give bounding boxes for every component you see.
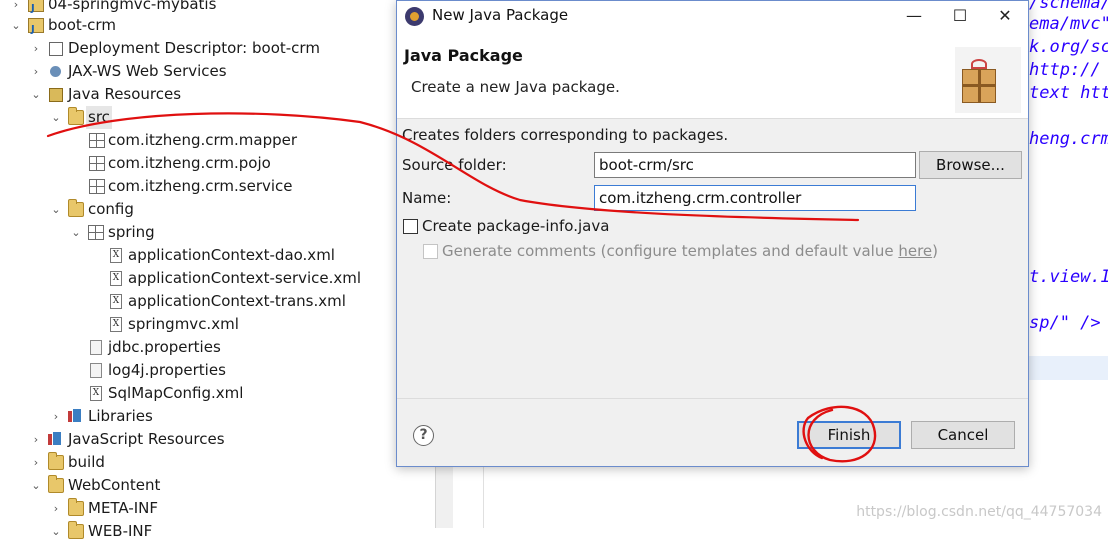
tree-item-label: Deployment Descriptor: boot-crm [68, 39, 320, 57]
tree-item-label: JAX-WS Web Services [68, 62, 227, 80]
generate-comments-checkbox[interactable] [423, 244, 438, 259]
chevron-right-icon[interactable]: › [50, 405, 62, 428]
tree-item-label: springmvc.xml [128, 315, 239, 333]
chevron-down-icon[interactable]: ⌄ [10, 14, 22, 37]
source-folder-label: Source folder: [402, 156, 507, 174]
help-icon[interactable]: ? [413, 425, 434, 446]
dialog-titlebar[interactable]: New Java Package — ☐ ✕ [397, 1, 1028, 33]
package-name-field[interactable] [594, 185, 916, 211]
generate-comments-label: Generate comments (configure templates a… [442, 242, 938, 260]
xml-file-icon: X [110, 317, 122, 332]
source-folder-icon [68, 199, 84, 217]
xml-file-icon: X [110, 294, 122, 309]
libraries-icon [68, 409, 82, 424]
tree-item-label: WEB-INF [88, 522, 153, 540]
wizard-banner: Java Package Create a new Java package. [397, 33, 1028, 119]
folder-icon [68, 521, 84, 539]
browse-button[interactable]: Browse... [919, 151, 1022, 179]
chevron-right-icon[interactable]: › [30, 37, 42, 60]
generate-comments-text: Generate comments (configure templates a… [442, 242, 899, 260]
tree-item-label: applicationContext-trans.xml [128, 292, 346, 310]
chevron-down-icon[interactable]: ⌄ [50, 106, 62, 129]
finish-button[interactable]: Finish [797, 421, 901, 449]
xml-file-icon: X [110, 271, 122, 286]
name-label: Name: [402, 189, 452, 207]
tree-item-label: com.itzheng.crm.pojo [108, 154, 271, 172]
minimize-button[interactable]: — [891, 1, 937, 33]
maximize-button[interactable]: ☐ [937, 1, 983, 33]
tree-item-label: applicationContext-service.xml [128, 269, 362, 287]
package-icon [88, 225, 104, 240]
properties-file-icon [90, 363, 102, 378]
button-bar-separator [397, 398, 1028, 399]
package-wizard-icon [955, 47, 1021, 113]
chevron-right-icon[interactable]: › [30, 60, 42, 83]
project-icon [28, 0, 44, 20]
web-services-icon [48, 64, 64, 79]
folder-icon [48, 475, 64, 493]
chevron-right-icon[interactable]: › [50, 497, 62, 520]
close-button[interactable]: ✕ [982, 1, 1028, 33]
javascript-resources-icon [48, 432, 62, 447]
package-icon [89, 133, 105, 148]
tree-item-label: log4j.properties [108, 361, 226, 379]
tree-item-label: WebContent [68, 476, 161, 494]
tree-item-label: config [88, 200, 134, 218]
tree-item-label: jdbc.properties [108, 338, 221, 356]
chevron-down-icon[interactable]: ⌄ [30, 474, 42, 497]
intro-text: Creates folders corresponding to package… [402, 126, 729, 144]
chevron-down-icon[interactable]: ⌄ [70, 221, 82, 244]
code-line: http:// [1029, 60, 1101, 80]
tree-item-label: src [86, 106, 112, 129]
code-line: k.org/sc [1029, 37, 1108, 57]
properties-file-icon [90, 340, 102, 355]
code-line: sp/" /> [1029, 313, 1101, 333]
tree-item-label: Libraries [88, 407, 153, 425]
dialog-title: New Java Package [432, 6, 569, 24]
tree-item-label: Java Resources [68, 85, 182, 103]
configure-templates-link[interactable]: here [898, 242, 932, 260]
create-package-info-label[interactable]: Create package-info.java [422, 217, 609, 235]
cancel-button[interactable]: Cancel [911, 421, 1015, 449]
folder-icon [48, 452, 64, 470]
code-line: heng.crm [1029, 129, 1108, 149]
code-line: /schema/ [1029, 0, 1108, 13]
java-resources-icon [48, 87, 64, 102]
source-folder-icon [68, 107, 84, 125]
wizard-description: Create a new Java package. [411, 78, 620, 96]
code-line: ema/mvc" [1029, 14, 1108, 34]
tree-item-label: spring [108, 223, 155, 241]
project-icon [28, 18, 44, 41]
folder-icon [68, 498, 84, 516]
create-package-info-checkbox[interactable] [403, 219, 418, 234]
tree-item-label: META-INF [88, 499, 159, 517]
eclipse-icon [405, 7, 424, 26]
chevron-right-icon[interactable]: › [30, 428, 42, 451]
wizard-heading: Java Package [404, 46, 523, 65]
code-line: text htt [1029, 83, 1108, 103]
editor-code[interactable]: /schema/ ema/mvc" k.org/sc http:// text … [1029, 0, 1108, 528]
chevron-down-icon[interactable]: ⌄ [50, 198, 62, 221]
new-java-package-dialog: New Java Package — ☐ ✕ Java Package Crea… [396, 0, 1029, 467]
project-explorer: › 04-springmvc-mybatis ⌄ boot-crm › Depl… [0, 0, 435, 540]
chevron-right-icon[interactable]: › [30, 451, 42, 474]
tree-item-label: boot-crm [48, 16, 116, 34]
package-icon [89, 156, 105, 171]
chevron-down-icon[interactable]: ⌄ [30, 83, 42, 106]
package-icon [89, 179, 105, 194]
tree-item-label: com.itzheng.crm.service [108, 177, 293, 195]
deployment-descriptor-icon [48, 41, 64, 56]
watermark: https://blog.csdn.net/qq_44757034 [856, 504, 1102, 520]
tree-item-label: applicationContext-dao.xml [128, 246, 335, 264]
xml-file-icon: X [90, 386, 102, 401]
chevron-down-icon[interactable]: ⌄ [50, 520, 62, 543]
tree-item-label: build [68, 453, 105, 471]
tree-item-label: com.itzheng.crm.mapper [108, 131, 298, 149]
tree-item-label: SqlMapConfig.xml [108, 384, 244, 402]
tree-item-label: JavaScript Resources [68, 430, 225, 448]
xml-file-icon: X [110, 248, 122, 263]
source-folder-field[interactable] [594, 152, 916, 178]
code-line: t.view.I [1029, 267, 1108, 287]
generate-comments-suffix: ) [932, 242, 939, 260]
